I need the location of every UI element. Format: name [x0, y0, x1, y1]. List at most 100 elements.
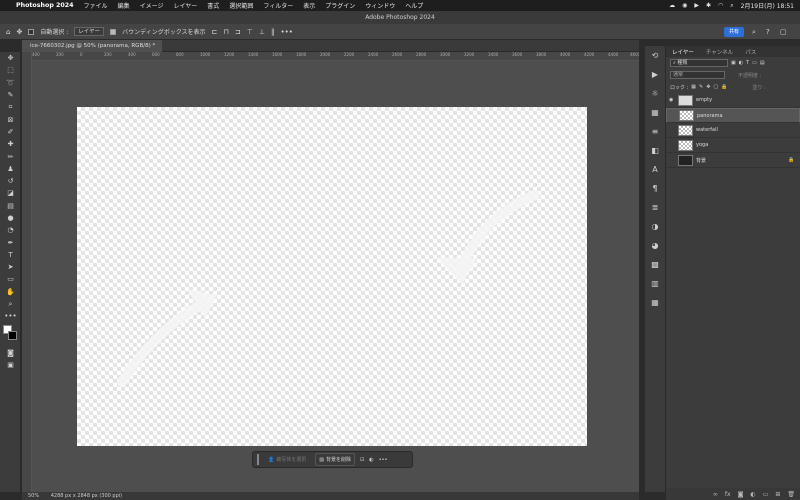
actions-icon[interactable]: ▶	[645, 65, 665, 84]
filter-adjust-icon[interactable]: ◐	[739, 60, 743, 66]
more-options-icon[interactable]: •••	[280, 28, 292, 36]
quick-select-tool-icon[interactable]: ✎	[0, 89, 21, 101]
history-brush-tool-icon[interactable]: ↺	[0, 175, 21, 187]
menu-layer[interactable]: レイヤー	[173, 1, 197, 10]
history-icon[interactable]: ⟲	[645, 46, 665, 65]
filter-smart-icon[interactable]: ▤	[760, 60, 765, 66]
more-icon[interactable]: •••	[379, 457, 388, 463]
color-swatches[interactable]	[0, 323, 21, 347]
search-icon[interactable]: ⌕	[730, 2, 733, 10]
color-icon[interactable]: ◑	[645, 217, 665, 236]
lock-position-icon[interactable]: ✥	[706, 84, 710, 90]
tab-channels[interactable]: チャンネル	[700, 48, 739, 56]
help-icon[interactable]: ?	[766, 28, 770, 36]
adjustment-icon[interactable]: ◐	[369, 457, 373, 463]
layer-select-dropdown[interactable]: レイヤー	[74, 27, 105, 36]
align-middle-icon[interactable]: ⊥	[259, 28, 265, 36]
menu-select[interactable]: 選択範囲	[229, 1, 253, 10]
layer-row[interactable]: ◉ empty	[666, 93, 800, 108]
stamp-tool-icon[interactable]: ♟	[0, 163, 21, 175]
gradients-icon[interactable]: ▥	[645, 274, 665, 293]
frame-tool-icon[interactable]: ⊠	[0, 113, 21, 125]
eyedropper-tool-icon[interactable]: ✐	[0, 126, 21, 138]
eraser-tool-icon[interactable]: ◪	[0, 187, 21, 199]
move-tool-icon[interactable]: ✥	[0, 52, 21, 64]
status-icon[interactable]: ◉	[682, 2, 687, 9]
character-icon[interactable]: A	[645, 160, 665, 179]
learn-icon[interactable]: ☼	[645, 84, 665, 103]
blend-mode-select[interactable]: 通常	[670, 71, 725, 79]
lock-all-icon[interactable]: 🔒	[721, 84, 727, 90]
swatches-icon[interactable]: ◕	[645, 236, 665, 255]
glyphs-icon[interactable]: ≣	[645, 198, 665, 217]
align-center-icon[interactable]: ⊓	[223, 28, 228, 36]
more-tools-icon[interactable]: •••	[0, 310, 21, 322]
crop-tool-icon[interactable]: ⌗	[0, 101, 21, 113]
dodge-tool-icon[interactable]: ◔	[0, 224, 21, 236]
workspace-icon[interactable]: ▢	[780, 28, 787, 36]
marquee-tool-icon[interactable]: ⬚	[0, 64, 21, 76]
play-icon[interactable]: ▶	[694, 2, 699, 9]
fx-icon[interactable]: fx	[725, 491, 731, 498]
healing-tool-icon[interactable]: ✚	[0, 138, 21, 150]
app-menu[interactable]: Photoshop 2024	[16, 2, 74, 9]
cloud-icon[interactable]: ☁	[669, 2, 675, 9]
layer-kind-filter[interactable]: ⌕ 種類	[670, 59, 728, 67]
hand-tool-icon[interactable]: ✋	[0, 286, 21, 298]
quick-mask-icon[interactable]: ◙	[0, 347, 21, 359]
group-icon[interactable]: ▭	[763, 491, 769, 498]
screen-mode-icon[interactable]: ▣	[0, 359, 21, 371]
menu-edit[interactable]: 編集	[118, 1, 130, 10]
menu-plugins[interactable]: プラグイン	[325, 1, 355, 10]
search-icon[interactable]: ⌕	[752, 28, 756, 37]
lock-artboard-icon[interactable]: ▢	[713, 84, 718, 90]
clock-text[interactable]: 2月19日(月) 18:51	[741, 1, 794, 10]
eye-icon[interactable]: ◉	[669, 97, 678, 103]
brush-tool-icon[interactable]: ✏	[0, 150, 21, 162]
document-canvas[interactable]	[77, 107, 587, 446]
menu-view[interactable]: 表示	[303, 1, 315, 10]
new-layer-icon[interactable]: ⊞	[775, 491, 780, 498]
properties-icon[interactable]: ≡	[645, 122, 665, 141]
remove-background-button[interactable]: ▨ 背景を削除	[315, 453, 355, 466]
zoom-tool-icon[interactable]: ⌕	[0, 298, 21, 310]
blur-tool-icon[interactable]: ●	[0, 212, 21, 224]
menu-filter[interactable]: フィルター	[263, 1, 293, 10]
gradient-tool-icon[interactable]: ▤	[0, 200, 21, 212]
layer-row[interactable]: 背景 🔒	[666, 153, 800, 168]
trash-icon[interactable]: 🗑	[787, 491, 795, 498]
adjustments-icon[interactable]: ◧	[645, 141, 665, 160]
libraries-icon[interactable]: ▦	[645, 103, 665, 122]
menu-window[interactable]: ウィンドウ	[365, 1, 395, 10]
auto-select-checkbox[interactable]	[28, 28, 35, 35]
bluetooth-icon[interactable]: ✱	[706, 2, 711, 9]
menu-help[interactable]: ヘルプ	[405, 1, 423, 10]
patterns-icon[interactable]: ▩	[645, 255, 665, 274]
align-left-icon[interactable]: ⊏	[212, 28, 218, 36]
lock-pixels-icon[interactable]: ✎	[699, 84, 703, 90]
styles-icon[interactable]: ▦	[645, 293, 665, 312]
layer-row[interactable]: panorama	[666, 108, 800, 123]
zoom-level[interactable]: 50%	[28, 493, 39, 499]
layer-row[interactable]: waterfall	[666, 123, 800, 138]
filter-shape-icon[interactable]: ▭	[752, 60, 757, 66]
type-tool-icon[interactable]: T	[0, 249, 21, 261]
align-top-icon[interactable]: ⊤	[247, 28, 253, 36]
layer-row[interactable]: yoga	[666, 138, 800, 153]
align-right-icon[interactable]: ⊐	[235, 28, 241, 36]
home-icon[interactable]: ⌂	[6, 28, 10, 36]
move-tool-icon[interactable]: ✥	[16, 28, 22, 36]
share-button[interactable]: 共有	[724, 27, 744, 37]
distribute-icon[interactable]: ‖	[271, 28, 275, 36]
menu-file[interactable]: ファイル	[84, 1, 108, 10]
filter-pixel-icon[interactable]: ▣	[731, 60, 736, 66]
tab-paths[interactable]: パス	[739, 48, 762, 56]
rectangle-tool-icon[interactable]: ▭	[0, 273, 21, 285]
menu-image[interactable]: イメージ	[140, 1, 164, 10]
select-subject-button[interactable]: 👤 被写体を選択	[264, 453, 310, 466]
mask-icon[interactable]: ◙	[738, 491, 744, 498]
bounding-box-checkbox[interactable]	[110, 28, 117, 35]
pen-tool-icon[interactable]: ✒	[0, 236, 21, 248]
transform-icon[interactable]: ⊡	[360, 457, 364, 463]
document-tab[interactable]: ice-7660302.jpg @ 50% (panorama, RGB/8) …	[22, 40, 162, 52]
